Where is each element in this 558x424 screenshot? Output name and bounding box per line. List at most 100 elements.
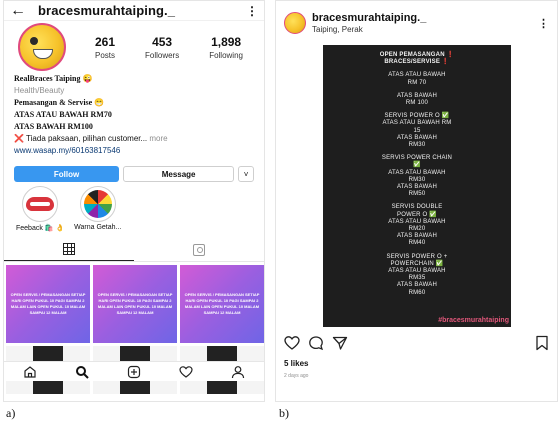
stat-following-count: 1,898 bbox=[211, 34, 242, 49]
highlight-cover-palette bbox=[79, 186, 116, 222]
poster-line: 15 bbox=[413, 127, 421, 134]
poster-line: ATAS BAWAH bbox=[396, 233, 437, 240]
poster-line: RM60 bbox=[408, 289, 426, 296]
poster-line: ATAS BAWAH bbox=[396, 282, 437, 289]
post-author: bracesmurahtaiping._ Taiping, Perak bbox=[312, 12, 538, 34]
bio-note-text: Tiada paksaan, pilihan customer... bbox=[26, 134, 148, 143]
color-palette-icon bbox=[83, 190, 112, 218]
post-date: 2 days ago bbox=[284, 373, 309, 379]
highlight-feeback[interactable]: Feeback 🛍️ 👌 bbox=[16, 186, 64, 232]
highlight-cover-lips bbox=[22, 186, 59, 222]
poster-line: RM50 bbox=[408, 191, 426, 198]
poster-line: ATAS BAWAH bbox=[396, 92, 437, 99]
post-thumbnail[interactable]: OPEN SERVIS / PEMASANGAN SETIAP HARI OPE… bbox=[93, 265, 177, 343]
post-grid-row-1: OPEN SERVIS / PEMASANGAN SETIAP HARI OPE… bbox=[4, 265, 264, 343]
follow-button[interactable]: Follow bbox=[14, 166, 120, 182]
stat-posts-count: 261 bbox=[94, 34, 116, 49]
post-image[interactable]: OPEN PEMASANGAN ❗ BRACES/SERVISE ❗ ATAS AT… bbox=[323, 45, 511, 327]
stat-following-label: Following bbox=[209, 50, 243, 60]
profile-panel: ← bracesmurahtaiping._ ⋮ 261 Posts 453 F… bbox=[3, 0, 265, 402]
poster-line: ✅ bbox=[413, 162, 421, 169]
post-location[interactable]: Taiping, Perak bbox=[312, 25, 538, 34]
poster-line: ATAS ATAU BAWAH bbox=[388, 268, 446, 275]
profile-bio: RealBraces Taiping 😜 Health/Beauty Pemas… bbox=[4, 73, 264, 157]
poster-line: ATAS ATAU BAWAH bbox=[388, 218, 446, 225]
post-username[interactable]: bracesmurahtaiping._ bbox=[312, 12, 538, 24]
tagged-icon bbox=[193, 243, 205, 256]
profile-tabs bbox=[4, 238, 264, 262]
stat-posts-label: Posts bbox=[94, 50, 115, 60]
chevron-down-icon[interactable]: ˅ bbox=[238, 166, 254, 182]
profile-top-bar: ← bracesmurahtaiping._ ⋮ bbox=[4, 1, 264, 21]
poster-line: RM20 bbox=[408, 226, 426, 233]
stat-posts[interactable]: 261 Posts bbox=[95, 35, 115, 60]
bottom-navigation bbox=[4, 361, 264, 381]
share-send-icon[interactable] bbox=[332, 335, 348, 351]
stat-followers-label: Followers bbox=[144, 50, 180, 60]
poster-line: POWERCHAIN ✅ bbox=[390, 260, 444, 267]
comment-icon[interactable] bbox=[308, 335, 324, 351]
highlight-label: Feeback 🛍️ 👌 bbox=[16, 225, 65, 232]
poster-line: SERVIS POWER O ✅ bbox=[384, 113, 450, 120]
poster-line: ATAS ATAU BAWAH bbox=[388, 72, 446, 79]
post-avatar[interactable] bbox=[284, 12, 306, 34]
lips-icon bbox=[26, 197, 55, 211]
stat-following[interactable]: 1,898 Following bbox=[209, 35, 243, 60]
profile-avatar[interactable] bbox=[18, 23, 66, 71]
highlight-warna-getah[interactable]: Warna Getah... bbox=[74, 186, 121, 232]
more-options-icon[interactable]: ⋮ bbox=[246, 4, 258, 18]
poster-line: ATAS BAWAH bbox=[396, 134, 437, 141]
poster-line: ATAS BAWAH bbox=[396, 184, 437, 191]
poster-line: SERVIS DOUBLE bbox=[391, 204, 443, 211]
poster-line: POWER O ✅ bbox=[397, 211, 437, 218]
post-thumbnail-text: OPEN SERVIS / PEMASANGAN SETIAP HARI OPE… bbox=[97, 292, 173, 315]
add-icon[interactable] bbox=[127, 365, 141, 379]
post-thumbnail[interactable]: OPEN SERVIS / PEMASANGAN SETIAP HARI OPE… bbox=[180, 265, 264, 343]
search-icon[interactable] bbox=[75, 365, 89, 379]
profile-icon[interactable] bbox=[231, 365, 245, 379]
post-thumbnail-text: OPEN SERVIS / PEMASANGAN SETIAP HARI OPE… bbox=[184, 292, 260, 315]
stat-followers[interactable]: 453 Followers bbox=[145, 35, 179, 60]
back-arrow-icon[interactable]: ← bbox=[10, 2, 30, 19]
more-options-icon[interactable]: ⋮ bbox=[538, 17, 549, 30]
highlight-label: Warna Getah... bbox=[74, 224, 122, 231]
bio-line-3: ATAS BAWAH RM100 bbox=[14, 122, 93, 131]
price-poster: OPEN PEMASANGAN ❗ BRACES/SERVISE ❗ ATAS AT… bbox=[380, 52, 455, 297]
poster-line: ATAS ATAU BAWAH bbox=[388, 169, 446, 176]
panel-label-b: b) bbox=[279, 406, 289, 420]
post-likes[interactable]: 5 likes bbox=[284, 359, 308, 368]
post-hashtag-overlay: #bracesmurahtaiping bbox=[438, 317, 509, 324]
post-actions bbox=[284, 335, 550, 351]
poster-line: RM40 bbox=[408, 240, 426, 247]
poster-line: RM30 bbox=[408, 142, 426, 149]
bio-name: RealBraces Taiping 😜 bbox=[14, 74, 93, 83]
bio-more-link[interactable]: more bbox=[149, 134, 167, 143]
poster-line: ATAS ATAU BAWAH RM bbox=[382, 120, 452, 127]
bookmark-icon[interactable] bbox=[534, 335, 550, 351]
profile-header: 261 Posts 453 Followers 1,898 Following bbox=[4, 21, 264, 73]
story-highlights: Feeback 🛍️ 👌 Warna Getah... bbox=[4, 186, 264, 232]
panel-label-a: a) bbox=[6, 406, 16, 420]
bio-line-2: ATAS ATAU BAWAH RM70 bbox=[14, 110, 112, 119]
tab-tagged[interactable] bbox=[134, 238, 264, 261]
poster-line: RM35 bbox=[408, 275, 426, 282]
profile-action-buttons: Follow Message ˅ bbox=[4, 166, 264, 182]
bio-note: ❌ Tiada paksaan, pilihan customer... mor… bbox=[14, 133, 254, 145]
poster-line: RM 70 bbox=[407, 79, 427, 86]
post-thumbnail-text: OPEN SERVIS / PEMASANGAN SETIAP HARI OPE… bbox=[10, 292, 86, 315]
bio-category: Health/Beauty bbox=[14, 86, 65, 95]
profile-username: bracesmurahtaiping._ bbox=[38, 3, 176, 18]
tab-grid[interactable] bbox=[4, 238, 134, 261]
profile-stats: 261 Posts 453 Followers 1,898 Following bbox=[80, 35, 258, 60]
stat-followers-count: 453 bbox=[152, 34, 173, 49]
heart-icon[interactable] bbox=[179, 365, 193, 379]
message-button[interactable]: Message bbox=[123, 166, 235, 182]
post-thumbnail[interactable]: OPEN SERVIS / PEMASANGAN SETIAP HARI OPE… bbox=[6, 265, 90, 343]
bio-website-link[interactable]: www.wasap.my/60163817546 bbox=[14, 145, 254, 157]
like-heart-icon[interactable] bbox=[284, 335, 300, 351]
grid-icon bbox=[63, 243, 75, 255]
home-icon[interactable] bbox=[23, 365, 37, 379]
cross-mark-icon: ❌ bbox=[14, 134, 24, 143]
post-panel: bracesmurahtaiping._ Taiping, Perak ⋮ OP… bbox=[275, 0, 558, 402]
poster-line: RM 100 bbox=[405, 100, 429, 107]
